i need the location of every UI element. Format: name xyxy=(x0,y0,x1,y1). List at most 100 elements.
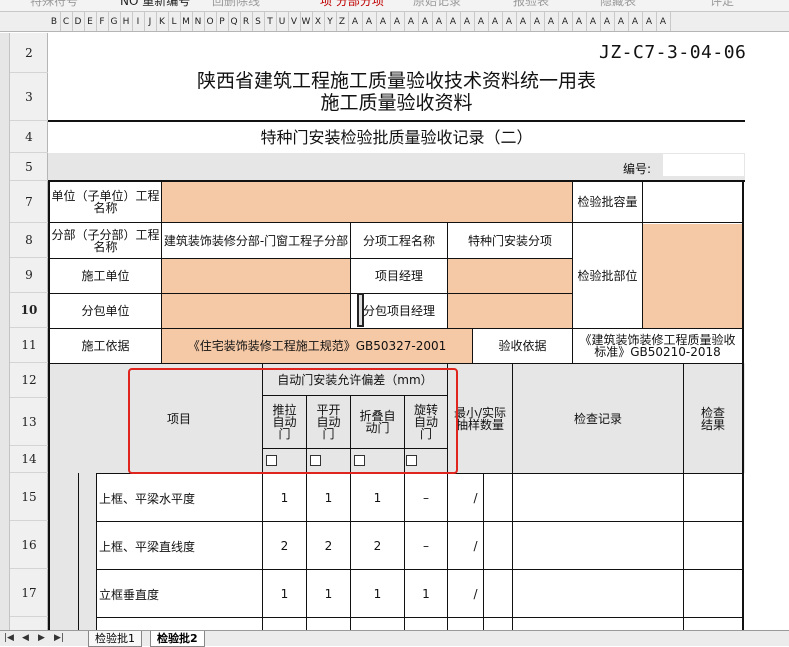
column-header-cell[interactable]: A xyxy=(572,12,587,31)
column-header-cell[interactable]: A xyxy=(376,12,391,31)
column-header-cell[interactable]: A xyxy=(656,12,671,31)
subcontract-unit-value-cell[interactable] xyxy=(162,294,350,328)
column-header-cell[interactable]: A xyxy=(502,12,517,31)
column-header-cell[interactable]: A xyxy=(558,12,573,31)
column-header-cell[interactable]: A xyxy=(586,12,601,31)
row-value[interactable]: 1 xyxy=(263,474,306,521)
item-project-value[interactable]: 特种门安装分项 xyxy=(448,223,572,258)
last-sheet-icon[interactable]: ▶| xyxy=(54,633,64,643)
row-value[interactable]: 1 xyxy=(351,570,404,617)
construction-unit-label: 施工单位 xyxy=(81,269,130,283)
subcontract-unit-label: 分包单位 xyxy=(81,304,130,318)
project-manager-label: 项目经理 xyxy=(374,269,423,283)
sheet-tab-active[interactable]: 检验批2 xyxy=(150,631,205,647)
row-number[interactable]: 3 xyxy=(10,73,48,121)
category-column xyxy=(48,473,96,630)
inspection-report-button[interactable]: 报验表 xyxy=(513,0,549,9)
column-header-cell[interactable]: A xyxy=(488,12,503,31)
row-value[interactable]: 1 xyxy=(263,570,306,617)
row-value[interactable]: 1 xyxy=(307,474,350,521)
project-manager-value-cell[interactable] xyxy=(447,259,573,293)
row-value[interactable]: – xyxy=(405,474,447,521)
acceptance-basis-label: 验收依据 xyxy=(498,339,547,353)
row-value[interactable]: 2 xyxy=(263,522,306,569)
row-number[interactable]: 17 xyxy=(10,569,48,617)
row-value[interactable]: 2 xyxy=(351,522,404,569)
row-number[interactable]: 10 xyxy=(10,293,48,328)
construction-unit-value-cell[interactable] xyxy=(162,259,350,293)
batch-capacity-value-cell[interactable] xyxy=(643,182,742,222)
hide-table-button[interactable]: 隐藏表 xyxy=(600,0,636,9)
column-header-cell[interactable]: A xyxy=(530,12,545,31)
row-number[interactable]: 12 xyxy=(10,363,48,398)
first-sheet-icon[interactable]: |◀ xyxy=(4,633,14,643)
column-header-cell[interactable]: A xyxy=(544,12,559,31)
strikethrough-button[interactable]: 回删除线 xyxy=(212,0,260,9)
form-title-line2: 施工质量验收资料 xyxy=(320,92,473,114)
column-header-cell[interactable]: A xyxy=(460,12,475,31)
row-header: 2 3 4 5 7 8 9 10 11 12 13 14 15 16 17 xyxy=(10,33,48,630)
column-header: BCDEFGHIJKLMNOPQRSTUVWXYZAAAAAAAAAAAAAAA… xyxy=(0,12,789,32)
next-sheet-icon[interactable]: ▶ xyxy=(38,633,45,643)
row-number[interactable]: 11 xyxy=(10,328,48,363)
column-header-cell[interactable]: A xyxy=(404,12,419,31)
construction-basis-value[interactable]: 《住宅装饰装修工程施工规范》GB50327-2001 xyxy=(162,329,472,363)
row-item-name: 上框、平梁水平度 xyxy=(99,492,196,506)
column-header-cell[interactable]: A xyxy=(432,12,447,31)
row-number[interactable]: 2 xyxy=(10,33,48,73)
number-input[interactable] xyxy=(663,154,744,176)
subcontract-manager-value-cell[interactable] xyxy=(447,294,573,328)
subdivision-button[interactable]: 项 分部分项 xyxy=(320,0,384,9)
row-number[interactable]: 9 xyxy=(10,258,48,293)
sampling-slash: / xyxy=(473,490,478,505)
column-header-cell[interactable]: A xyxy=(614,12,629,31)
row-number[interactable]: 5 xyxy=(10,153,48,181)
form-code: JZ-C7-3-04-06 xyxy=(599,42,747,63)
column-header-cell[interactable]: A xyxy=(390,12,405,31)
sampling-slash: / xyxy=(473,586,478,601)
column-header-cell[interactable]: A xyxy=(600,12,615,31)
unit-label: 单位（子单位）工程名称 xyxy=(51,189,160,215)
prev-sheet-icon[interactable]: ◀ xyxy=(22,633,29,643)
batch-part-value-cell[interactable] xyxy=(643,224,743,328)
row-number[interactable]: 16 xyxy=(10,521,48,569)
special-symbol-button[interactable]: 特殊符号 xyxy=(30,0,78,9)
column-header-cell[interactable]: A xyxy=(516,12,531,31)
row-value[interactable]: 1 xyxy=(405,570,447,617)
subcontract-manager-label: 分包项目经理 xyxy=(362,304,435,318)
row-number[interactable]: 7 xyxy=(10,181,48,223)
row-number[interactable]: 4 xyxy=(10,121,48,153)
column-header-cell[interactable]: A xyxy=(418,12,433,31)
column-header-cell[interactable]: A xyxy=(474,12,489,31)
form-subtitle: 特种门安装检验批质量验收记录（二） xyxy=(260,128,533,147)
row-value[interactable]: 2 xyxy=(307,522,350,569)
inspection-result-header: 检查结果 xyxy=(700,405,725,432)
row-item-name: 上框、平梁直线度 xyxy=(99,540,196,554)
acceptance-basis-value[interactable]: 《建筑装饰装修工程质量验收标准》GB50210-2018 xyxy=(573,329,742,363)
row-number[interactable]: 15 xyxy=(10,473,48,521)
column-header-cell[interactable]: A xyxy=(348,12,363,31)
row-value[interactable]: 1 xyxy=(351,474,404,521)
sheet-tab[interactable]: 检验批1 xyxy=(88,631,142,647)
batch-capacity-label: 检验批容量 xyxy=(577,195,638,209)
row-number[interactable]: 13 xyxy=(10,398,48,446)
row-number[interactable]: 8 xyxy=(10,223,48,258)
column-header-cell[interactable]: A xyxy=(628,12,643,31)
original-record-button[interactable]: 原始记录 xyxy=(413,0,461,9)
renumber-button[interactable]: NO 重新编号 xyxy=(120,0,190,9)
batch-part-label: 检验批部位 xyxy=(577,268,638,283)
number-label: 编号: xyxy=(623,162,652,176)
unit-value-cell[interactable] xyxy=(162,182,572,222)
column-header-cell[interactable]: A xyxy=(642,12,657,31)
column-header-cell[interactable]: A xyxy=(362,12,377,31)
evaluate-button[interactable]: 评定 xyxy=(710,0,734,9)
subdivision-label: 分部（子分部）工程名称 xyxy=(51,227,160,254)
row-value[interactable]: 1 xyxy=(307,570,350,617)
text-cursor xyxy=(357,293,364,327)
item-project-label: 分项工程名称 xyxy=(362,233,435,248)
subdivision-value[interactable]: 建筑装饰装修分部-门窗工程子分部 xyxy=(162,223,350,258)
sheet-tab-bar: |◀ ◀ ▶ ▶| 检验批1 检验批2 xyxy=(0,630,789,647)
row-number[interactable]: 14 xyxy=(10,446,48,473)
row-value[interactable]: – xyxy=(405,522,447,569)
column-header-cell[interactable]: A xyxy=(446,12,461,31)
